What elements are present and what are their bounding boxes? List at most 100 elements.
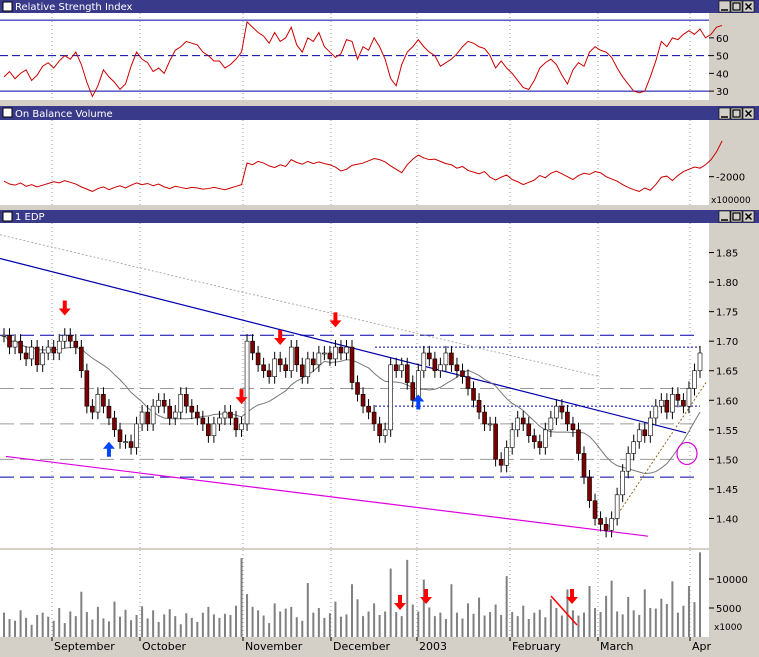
candle-body (344, 346, 349, 354)
volume-bar (113, 601, 116, 637)
volume-bar (146, 618, 149, 637)
rsi-title: Relative Strength Index (15, 2, 133, 13)
obv-titlebar (0, 106, 759, 120)
volume-bar (317, 608, 320, 637)
candle-body (482, 411, 487, 425)
candle-body (112, 417, 117, 431)
volume-bar (400, 616, 403, 637)
candle-body (18, 340, 23, 354)
candle-body (195, 411, 200, 419)
candle-body (642, 429, 648, 437)
candle-body (515, 417, 521, 431)
month-label: September (54, 640, 115, 653)
candle-body (79, 346, 84, 372)
rsi-window-buttons (718, 0, 755, 13)
volume-bar (295, 617, 298, 637)
volume-bar (660, 598, 663, 637)
price-tick-label: 1.55 (716, 426, 738, 437)
volume-bar (494, 604, 497, 637)
volume-bar (119, 616, 121, 637)
candle-body (603, 524, 609, 531)
obv-unit-label: x100000 (711, 196, 751, 206)
rsi-panel-icon[interactable] (2, 1, 13, 12)
candle-body (625, 453, 631, 472)
month-label: 2003 (419, 640, 447, 653)
volume-bar (196, 621, 199, 637)
candle-body (62, 334, 68, 342)
volume-bar (395, 612, 398, 637)
candle-body (228, 411, 233, 419)
candle-body (692, 370, 697, 389)
volume-bar (36, 614, 39, 637)
volume-bar (549, 599, 552, 637)
volume-bar (328, 613, 331, 637)
candle-body (95, 394, 101, 413)
volume-bar (235, 605, 237, 637)
candle-body (681, 399, 686, 407)
volume-bar (201, 612, 204, 637)
obv-plot-area (0, 120, 709, 205)
volume-bar (682, 605, 685, 637)
candle-body (277, 358, 283, 366)
volume-bar (135, 614, 138, 637)
volume-bar (345, 614, 348, 637)
candle-body (84, 370, 90, 407)
candle-body (427, 352, 432, 360)
candle-body (647, 417, 653, 437)
candle-body (399, 364, 405, 372)
candle-body (217, 417, 222, 425)
volume-bar (511, 612, 514, 637)
volume-bar (378, 614, 381, 637)
volume-bar (478, 597, 481, 637)
candle-body (526, 423, 532, 437)
volume-bar (351, 584, 353, 637)
obv-panel-icon[interactable] (2, 107, 13, 118)
volume-bar (102, 618, 105, 637)
candle-body (261, 364, 266, 372)
price-tick-label: 1.40 (716, 514, 738, 525)
price-panel-icon[interactable] (2, 211, 13, 222)
rsi-tick-label: 50 (716, 52, 729, 63)
candle-body (371, 411, 377, 425)
candle-body (56, 340, 62, 354)
volume-bar (246, 594, 249, 637)
candle-body (288, 346, 294, 372)
candle-body (620, 470, 625, 496)
volume-bar (91, 619, 94, 637)
volume-bar (179, 624, 182, 637)
candle-body (393, 364, 399, 372)
candle-body (443, 352, 449, 366)
volume-bar (190, 617, 193, 637)
candle-body (636, 429, 642, 442)
candle-body (454, 364, 460, 372)
volume-bar (461, 618, 464, 637)
candle-body (294, 346, 300, 366)
candle-body (211, 423, 217, 437)
volume-bar (124, 609, 127, 637)
volume-panel: 5000 10000 x1000 (0, 550, 748, 637)
price-tick-label: 1.65 (716, 367, 738, 378)
candle-body (7, 334, 12, 348)
volume-bar (450, 584, 453, 637)
volume-bar (649, 608, 652, 637)
candle-body (581, 453, 587, 478)
candle-body (465, 376, 471, 389)
volume-bar (323, 617, 326, 637)
volume-bar (527, 619, 530, 637)
volume-bar (533, 612, 536, 637)
volume-bar (14, 620, 17, 637)
candle-body (183, 394, 189, 407)
volume-bar (505, 576, 508, 637)
price-tick-label: 1.50 (716, 455, 738, 466)
volume-bar (362, 616, 365, 637)
volume-bar (174, 616, 177, 637)
price-tick-label: 1.80 (716, 278, 738, 289)
volume-bar (8, 619, 11, 637)
candle-body (388, 364, 393, 431)
candle-body (134, 423, 139, 448)
candle-body (222, 411, 228, 419)
month-labels: September October November December 2003 Febr… (51, 637, 712, 653)
volume-bar (522, 605, 525, 637)
volume-bar (268, 623, 271, 637)
candle-body (438, 364, 443, 372)
